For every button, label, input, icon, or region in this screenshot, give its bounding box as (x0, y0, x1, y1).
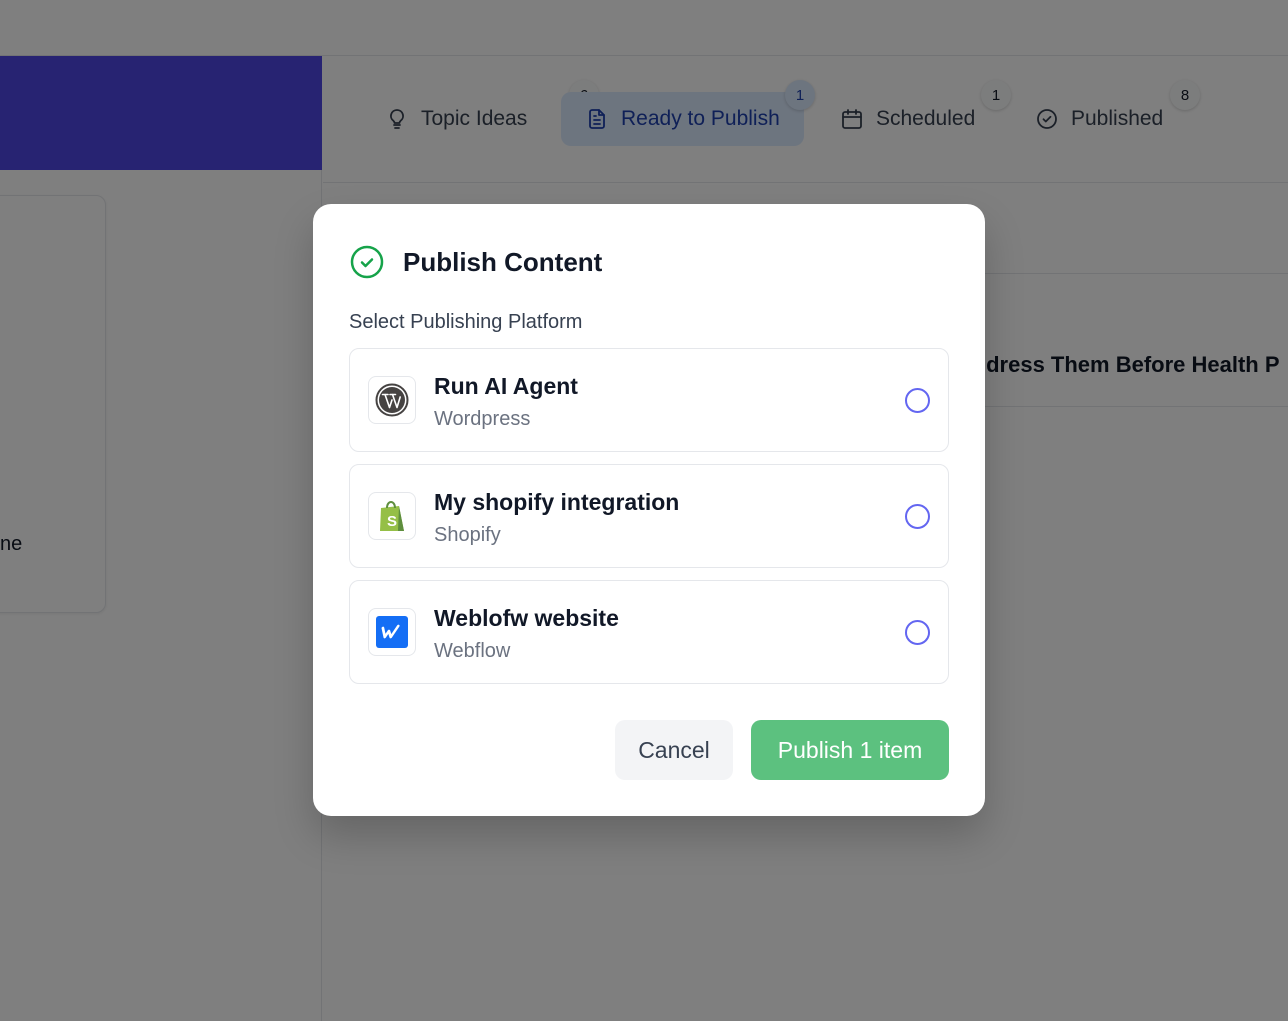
webflow-icon (368, 608, 416, 656)
success-check-icon (350, 245, 384, 279)
svg-text:S: S (387, 513, 397, 530)
platform-option-webflow[interactable]: Weblofw website Webflow (349, 580, 949, 684)
platform-type: Webflow (434, 640, 511, 662)
platform-option-shopify[interactable]: S My shopify integration Shopify (349, 464, 949, 568)
platform-radio[interactable] (905, 620, 930, 645)
platform-radio[interactable] (905, 504, 930, 529)
platform-type: Shopify (434, 524, 501, 546)
platform-option-wordpress[interactable]: Run AI Agent Wordpress (349, 348, 949, 452)
shopify-icon: S (368, 492, 416, 540)
wordpress-icon (368, 376, 416, 424)
platform-radio[interactable] (905, 388, 930, 413)
cancel-button[interactable]: Cancel (615, 720, 733, 780)
publish-content-modal: Publish Content Select Publishing Platfo… (313, 204, 985, 816)
platform-name: Run AI Agent (434, 373, 578, 399)
section-label: Select Publishing Platform (349, 311, 583, 333)
publish-button[interactable]: Publish 1 item (751, 720, 949, 780)
platform-type: Wordpress (434, 408, 531, 430)
modal-header: Publish Content (349, 244, 602, 280)
modal-title: Publish Content (403, 246, 603, 277)
platform-name: My shopify integration (434, 489, 680, 515)
platform-name: Weblofw website (434, 605, 619, 631)
